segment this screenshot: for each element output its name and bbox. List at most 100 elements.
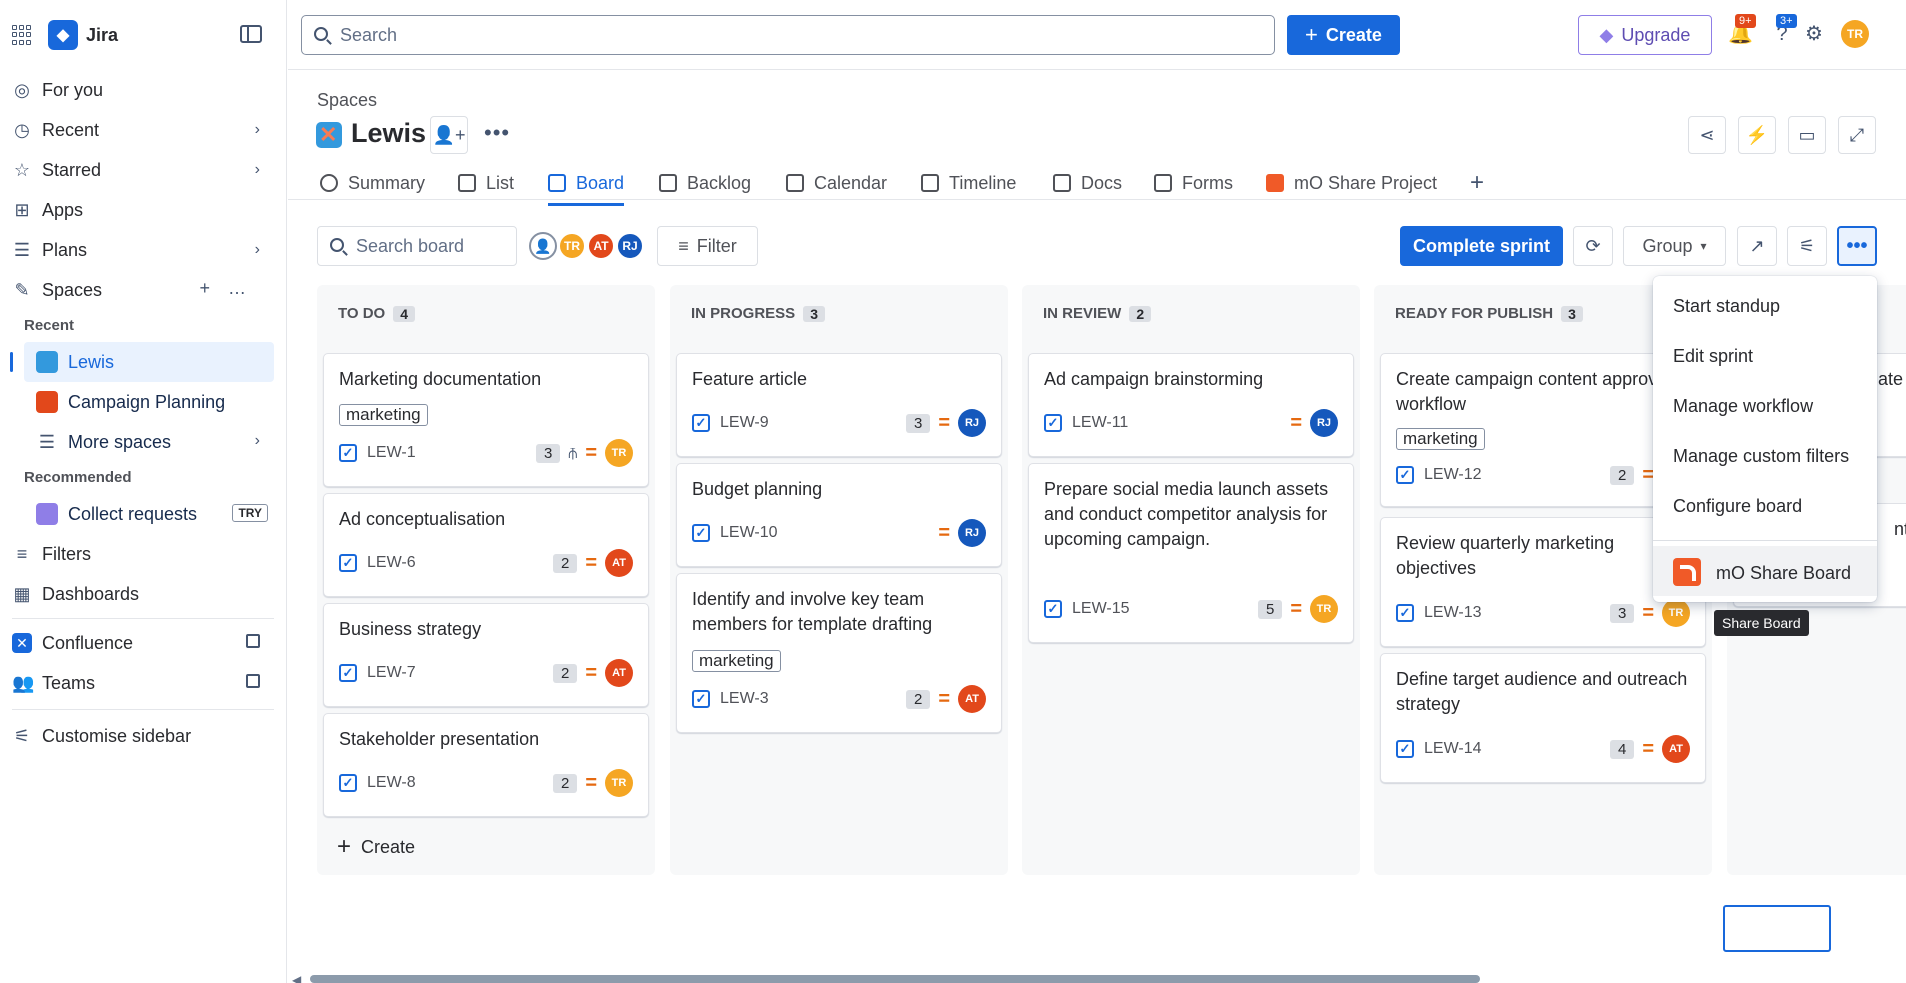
issue-card[interactable]: Define target audience and outreach stra… [1380,653,1706,783]
assignee-avatar[interactable]: AT [1662,735,1690,763]
menu-item-start-standup[interactable]: Start standup [1673,296,1780,317]
assignee-avatar[interactable]: AT [605,549,633,577]
assignee-avatar[interactable]: AT [605,659,633,687]
issue-card[interactable]: Feature article ✓ LEW-9 3 = RJ [676,353,1002,457]
tab-board[interactable]: Board [548,168,625,206]
sidebar-item-filters[interactable]: ≡ Filters [12,534,274,574]
issue-card[interactable]: Stakeholder presentation ✓ LEW-8 2 = TR [323,713,649,817]
sidebar-item-dashboards[interactable]: ▦ Dashboards [12,574,274,614]
feedback-button[interactable]: ▭ [1788,116,1826,154]
avatar-filter-at[interactable]: AT [587,232,615,260]
chevron-right-icon[interactable]: › [255,432,260,450]
issue-card[interactable]: Ad conceptualisation ✓ LEW-6 2 = AT [323,493,649,597]
issue-key[interactable]: LEW-15 [1072,600,1130,618]
issue-card[interactable]: Budget planning ✓ LEW-10 = RJ [676,463,1002,567]
breadcrumb[interactable]: Spaces [317,90,377,111]
scroll-left-icon[interactable]: ◀ [292,973,301,983]
filter-button[interactable]: ≡ Filter [657,226,758,266]
spaces-actions[interactable]: +… [199,278,264,299]
chevron-right-icon[interactable]: › [255,121,260,139]
tab-summary[interactable]: Summary [320,168,425,198]
automation-button[interactable]: ⚡ [1738,116,1776,154]
issue-key[interactable]: LEW-1 [367,444,416,462]
group-dropdown[interactable]: Group ▾ [1623,226,1726,266]
assignee-avatar[interactable]: TR [605,439,633,467]
assignee-avatar[interactable]: TR [1662,599,1690,627]
issue-card[interactable]: Business strategy ✓ LEW-7 2 = AT [323,603,649,707]
assignee-avatar[interactable]: TR [605,769,633,797]
upgrade-button[interactable]: ◆ Upgrade [1578,15,1712,55]
add-people-button[interactable]: 👤+ [430,116,468,154]
sidebar-item-recent[interactable]: ◷ Recent › [12,110,274,150]
collapse-sidebar-icon[interactable] [240,25,262,43]
sidebar-item-apps[interactable]: ⊞ Apps [12,190,274,230]
unassigned-avatar[interactable]: 👤 [529,232,557,260]
avatar-filter-rj[interactable]: RJ [616,232,644,260]
fullscreen-button[interactable]: ⤢ [1838,116,1876,154]
sidebar-item-for-you[interactable]: ◎ For you [12,70,274,110]
filter-icon: ≡ [16,544,28,564]
issue-key[interactable]: LEW-6 [367,554,416,572]
insights-button[interactable]: ↗ [1737,226,1777,266]
jira-logo[interactable]: ◆ [48,20,78,50]
add-tab-button[interactable]: + [1470,168,1484,198]
avatar-filter-tr[interactable]: TR [558,232,586,260]
tab-calendar[interactable]: Calendar [786,168,887,198]
profile-avatar[interactable]: TR [1841,20,1869,48]
sprint-refresh-button[interactable]: ⟳ [1573,226,1613,266]
gear-icon[interactable]: ⚙ [1802,22,1826,46]
chevron-right-icon[interactable]: › [255,241,260,259]
sidebar-item-teams[interactable]: 👥 Teams [12,663,274,703]
view-settings-button[interactable]: ⚟ [1787,226,1827,266]
share-button[interactable]: ⋖ [1688,116,1726,154]
issue-key[interactable]: LEW-12 [1424,466,1482,484]
issue-card[interactable]: Prepare social media launch assets and c… [1028,463,1354,643]
assignee-avatar[interactable]: RJ [1310,409,1338,437]
issue-card[interactable]: Ad campaign brainstorming ✓ LEW-11 = RJ [1028,353,1354,457]
horizontal-scrollbar[interactable] [310,975,1480,983]
board-search-input[interactable]: Search board [317,226,517,266]
issue-key[interactable]: LEW-10 [720,524,778,542]
menu-item-manage-workflow[interactable]: Manage workflow [1673,396,1813,417]
issue-key[interactable]: LEW-3 [720,690,769,708]
card-footer: ✓ LEW-15 5 = TR [1044,595,1338,623]
menu-item-manage-custom-filters[interactable]: Manage custom filters [1673,446,1849,467]
tab-mo-share-project[interactable]: mO Share Project [1266,168,1437,198]
sidebar-item-lewis[interactable]: Lewis [10,342,274,382]
issue-key[interactable]: LEW-9 [720,414,769,432]
tab-forms[interactable]: Forms [1154,168,1233,198]
sidebar-item-starred[interactable]: ☆ Starred › [12,150,274,190]
sidebar-item-customise[interactable]: ⚟ Customise sidebar [12,716,274,756]
sidebar-item-campaign-planning[interactable]: Campaign Planning [24,382,274,422]
create-issue-button[interactable]: + Create [337,833,415,861]
issue-key[interactable]: LEW-13 [1424,604,1482,622]
tab-list[interactable]: List [458,168,514,198]
issue-card[interactable]: Marketing documentation marketing ✓ LEW-… [323,353,649,487]
tab-docs[interactable]: Docs [1053,168,1122,198]
more-actions-icon[interactable]: ••• [484,120,510,146]
sidebar-item-plans[interactable]: ☰ Plans › [12,230,274,270]
assignee-avatar[interactable]: RJ [958,519,986,547]
assignee-avatar[interactable]: TR [1310,595,1338,623]
menu-item-configure-board[interactable]: Configure board [1673,496,1802,517]
chevron-right-icon[interactable]: › [255,161,260,179]
tab-backlog[interactable]: Backlog [659,168,751,198]
menu-item-edit-sprint[interactable]: Edit sprint [1673,346,1753,367]
assignee-avatar[interactable]: RJ [958,409,986,437]
issue-card[interactable]: Identify and involve key team members fo… [676,573,1002,733]
sidebar-item-collect-requests[interactable]: Collect requests TRY [24,494,274,534]
app-switcher-icon[interactable] [12,25,32,45]
assignee-avatar[interactable]: AT [958,685,986,713]
sidebar-item-spaces[interactable]: ✎ Spaces +… [12,270,274,310]
issue-key[interactable]: LEW-7 [367,664,416,682]
board-more-button[interactable]: ••• [1837,226,1877,266]
issue-key[interactable]: LEW-11 [1072,414,1128,432]
complete-sprint-button[interactable]: Complete sprint [1400,226,1563,266]
issue-key[interactable]: LEW-8 [367,774,416,792]
global-search-input[interactable]: Search [301,15,1275,55]
create-button[interactable]: + Create [1287,15,1400,55]
tab-timeline[interactable]: Timeline [921,168,1016,198]
issue-key[interactable]: LEW-14 [1424,740,1482,758]
sidebar-item-more-spaces[interactable]: ☰ More spaces › [24,422,274,462]
sidebar-item-confluence[interactable]: ✕ Confluence [12,623,274,663]
